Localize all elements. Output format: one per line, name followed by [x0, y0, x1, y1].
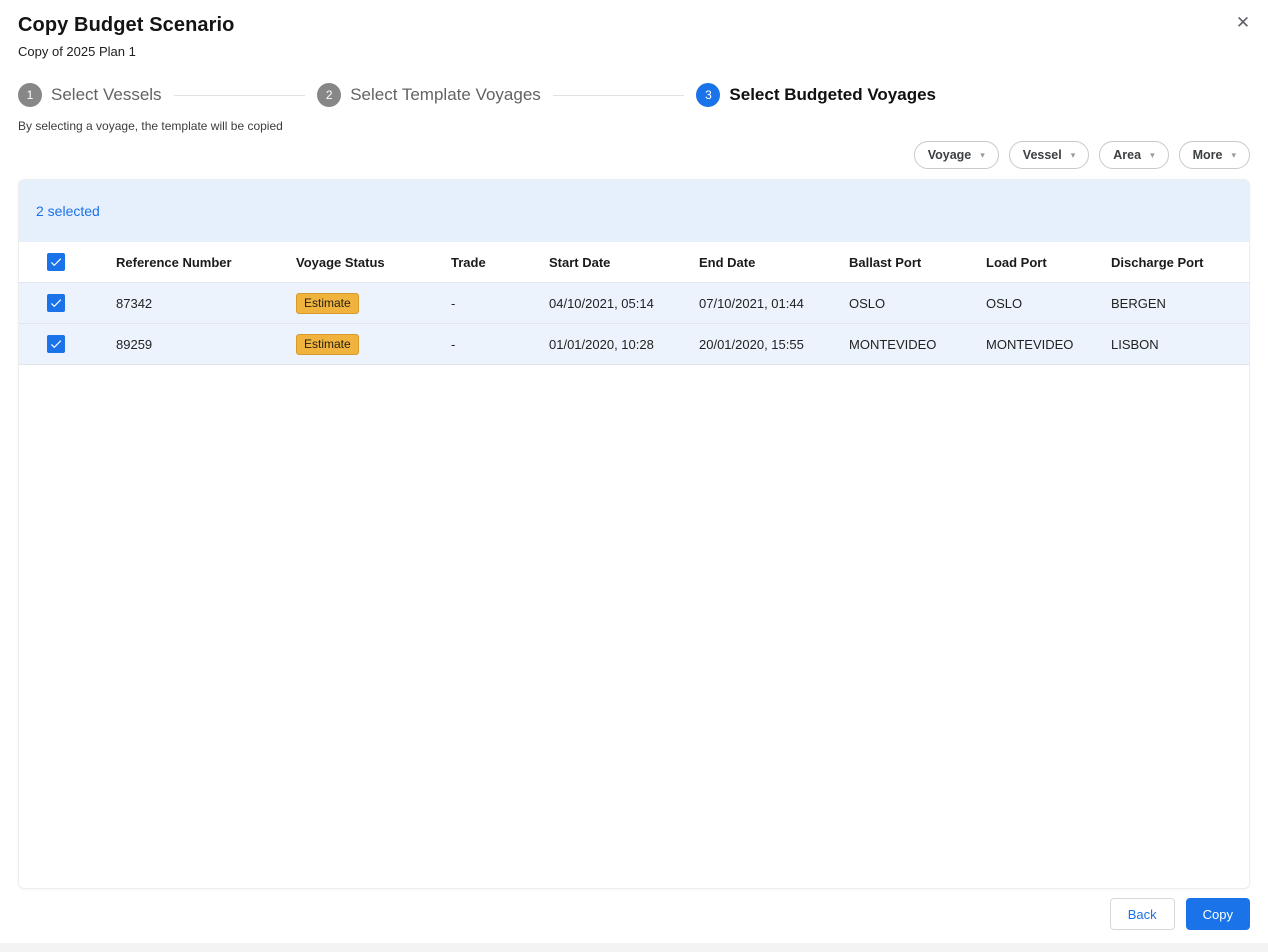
cell-start-date: 01/01/2020, 10:28 — [549, 336, 654, 352]
voyage-status-badge: Estimate — [296, 292, 359, 314]
copy-button[interactable]: Copy — [1185, 898, 1250, 930]
check-icon — [50, 299, 62, 308]
chevron-down-icon: ▾ — [1150, 149, 1155, 160]
area-filter-label: Area — [1113, 148, 1142, 162]
step-1-label: Select Vessels — [51, 85, 162, 104]
table-row[interactable]: 87342 Estimate - 04/10/2021, 05:14 07/10… — [19, 283, 1249, 324]
more-filter-chip[interactable]: More ▾ — [1178, 141, 1250, 169]
cell-end-date: 07/10/2021, 01:44 — [699, 295, 804, 311]
dialog-subtitle: Copy of 2025 Plan 1 — [18, 44, 136, 59]
cell-ballast-port: MONTEVIDEO — [849, 336, 937, 352]
chevron-down-icon: ▾ — [980, 149, 985, 160]
row-checkbox[interactable] — [47, 335, 65, 353]
column-header-discharge-port: Discharge Port — [1111, 254, 1204, 270]
step-select-template-voyages[interactable]: 2 Select Template Voyages — [317, 83, 541, 107]
column-header-ballast-port: Ballast Port — [849, 254, 922, 270]
step-3-label: Select Budgeted Voyages — [729, 85, 936, 104]
step-2-circle: 2 — [317, 83, 342, 107]
helper-text: By selecting a voyage, the template will… — [18, 119, 283, 133]
selection-count: 2 selected — [36, 203, 100, 219]
cell-start-date: 04/10/2021, 05:14 — [549, 295, 654, 311]
cell-load-port: MONTEVIDEO — [986, 336, 1074, 352]
page-title: Copy Budget Scenario — [18, 14, 235, 36]
cell-discharge-port: LISBON — [1111, 336, 1159, 352]
vessel-filter-label: Vessel — [1022, 148, 1062, 162]
column-header-start-date: Start Date — [549, 254, 611, 270]
table-header-row: Reference Number Voyage Status Trade Sta… — [19, 242, 1249, 283]
cell-reference-number: 89259 — [116, 336, 153, 352]
table-row[interactable]: 89259 Estimate - 01/01/2020, 10:28 20/01… — [19, 324, 1249, 365]
column-header-voyage-status: Voyage Status — [296, 254, 385, 270]
step-1-circle: 1 — [18, 83, 42, 107]
voyages-table-panel: 2 selected Reference Number Voyage Statu… — [18, 179, 1250, 889]
selection-bar: 2 selected — [19, 180, 1249, 242]
step-3-circle: 3 — [696, 83, 721, 107]
dialog-header: Copy Budget Scenario Copy of 2025 Plan 1… — [0, 0, 1268, 59]
voyage-filter-chip[interactable]: Voyage ▾ — [913, 141, 999, 169]
stepper: 1 Select Vessels 2 Select Template Voyag… — [18, 83, 936, 107]
voyage-status-badge: Estimate — [296, 333, 359, 355]
voyage-filter-label: Voyage — [927, 148, 972, 162]
copy-budget-scenario-dialog: Copy Budget Scenario Copy of 2025 Plan 1… — [0, 0, 1268, 952]
chevron-down-icon: ▾ — [1070, 149, 1076, 160]
cell-trade: - — [451, 336, 456, 352]
close-icon[interactable]: ✕ — [1228, 8, 1258, 38]
dialog-footer: Back Copy — [18, 898, 1250, 930]
cell-end-date: 20/01/2020, 15:55 — [699, 336, 804, 352]
more-filter-label: More — [1192, 148, 1223, 162]
row-checkbox[interactable] — [47, 294, 65, 312]
step-select-budgeted-voyages[interactable]: 3 Select Budgeted Voyages — [696, 83, 936, 107]
column-header-load-port: Load Port — [986, 254, 1047, 270]
check-icon — [50, 258, 62, 267]
area-filter-chip[interactable]: Area ▾ — [1099, 141, 1169, 169]
check-icon — [50, 340, 62, 349]
column-header-trade: Trade — [451, 254, 486, 270]
step-2-label: Select Template Voyages — [350, 85, 541, 104]
vessel-filter-chip[interactable]: Vessel ▾ — [1008, 141, 1090, 169]
chevron-down-icon: ▾ — [1231, 149, 1236, 160]
back-button[interactable]: Back — [1109, 898, 1175, 930]
stepper-connector — [173, 94, 306, 96]
stepper-connector — [552, 94, 685, 96]
filter-bar: Voyage ▾ Vessel ▾ Area ▾ More ▾ — [18, 141, 1250, 169]
column-header-end-date: End Date — [699, 254, 756, 270]
cell-discharge-port: BERGEN — [1111, 295, 1166, 311]
cell-ballast-port: OSLO — [849, 295, 886, 311]
column-header-reference-number: Reference Number — [116, 254, 232, 270]
step-select-vessels[interactable]: 1 Select Vessels — [18, 83, 162, 107]
cell-reference-number: 87342 — [116, 295, 153, 311]
cell-trade: - — [451, 295, 456, 311]
select-all-checkbox[interactable] — [47, 253, 65, 271]
cell-load-port: OSLO — [986, 295, 1023, 311]
page-bottom-strip — [0, 943, 1268, 952]
